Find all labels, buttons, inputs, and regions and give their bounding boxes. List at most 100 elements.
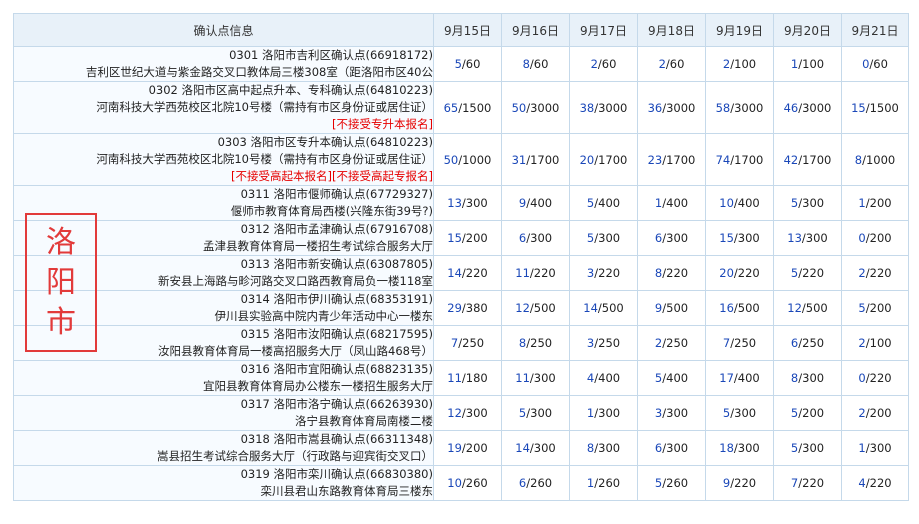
quota-cell: 5/300 — [773, 185, 842, 221]
quota-total: 100 — [734, 57, 757, 71]
quota-total: 3000 — [734, 100, 764, 115]
quota-cell: 3/250 — [569, 325, 638, 361]
confirmation-point-info: 0303 洛阳市区专升本确认点(64810223) 河南科技大学西苑校区北院10号… — [13, 133, 434, 186]
quota-cell: 12/500 — [501, 290, 570, 326]
restriction-note: [不接受专升本报名] — [332, 117, 433, 131]
quota-total: 220 — [465, 266, 488, 280]
quota-cell: 6/300 — [501, 220, 570, 256]
confirmed-count: 11 — [515, 266, 530, 280]
quota-total: 300 — [598, 406, 621, 420]
stamp-char: 阳 — [46, 264, 76, 300]
quota-total: 3000 — [598, 100, 628, 115]
confirmed-count: 10 — [719, 196, 734, 210]
quota-total: 250 — [530, 336, 553, 350]
quota-cell: 65/1500 — [433, 81, 502, 134]
quota-total: 300 — [666, 231, 689, 245]
confirmed-count: 58 — [715, 100, 731, 115]
quota-cell: 8/300 — [773, 360, 842, 396]
quota-cell: 8/1000 — [841, 133, 909, 186]
quota-total: 200 — [465, 441, 488, 455]
confirmed-count: 23 — [647, 152, 663, 167]
quota-total: 1000 — [865, 152, 896, 167]
quota-total: 60 — [669, 57, 685, 71]
confirmed-count: 0 — [858, 371, 866, 385]
confirmed-count: 15 — [447, 231, 462, 245]
quota-cell: 11/180 — [433, 360, 502, 396]
quota-total: 60 — [533, 57, 549, 71]
confirmed-count: 2 — [858, 336, 866, 350]
quota-cell: 10/260 — [433, 465, 502, 501]
quota-total: 220 — [734, 476, 757, 490]
quota-total: 300 — [666, 406, 689, 420]
quota-cell: 1/300 — [569, 395, 638, 431]
quota-total: 200 — [802, 406, 825, 420]
confirmed-count: 38 — [579, 100, 595, 115]
quota-cell: 15/200 — [433, 220, 502, 256]
quota-cell: 5/300 — [705, 395, 774, 431]
quota-cell: 2/250 — [637, 325, 706, 361]
quota-cell: 8/300 — [569, 430, 638, 466]
quota-cell: 15/300 — [705, 220, 774, 256]
confirmed-count: 74 — [715, 152, 731, 167]
quota-total: 500 — [805, 301, 828, 315]
quota-total: 250 — [666, 336, 689, 350]
quota-cell: 7/250 — [433, 325, 502, 361]
quota-cell: 46/3000 — [773, 81, 842, 134]
table-row: 0317 洛阳市洛宁确认点(66263930) 洛宁县教育体育局南楼二楼 12/30… — [13, 395, 909, 431]
quota-total: 300 — [465, 406, 488, 420]
quota-cell: 4/220 — [841, 465, 909, 501]
quota-cell: 12/300 — [433, 395, 502, 431]
table-row: 0312 洛阳市孟津确认点(67916708) 孟津县教育体育局一楼招生考试综合服… — [13, 220, 909, 256]
quota-total: 60 — [873, 57, 888, 71]
confirmed-count: 31 — [511, 152, 527, 167]
quota-total: 300 — [530, 406, 553, 420]
quota-total: 300 — [802, 196, 825, 210]
confirmed-count: 13 — [787, 231, 802, 245]
confirmed-count: 5 — [858, 301, 866, 315]
confirmed-count: 15 — [719, 231, 734, 245]
quota-total: 220 — [737, 266, 760, 280]
confirmation-point-info: 0302 洛阳市区高中起点升本、专科确认点(64810223) 河南科技大学西苑校… — [13, 81, 434, 134]
confirmed-count: 46 — [783, 100, 799, 115]
table-row: 0316 洛阳市宜阳确认点(68823135) 宜阳县教育体育局办公楼东一楼招生服… — [13, 360, 909, 396]
quota-cell: 2/60 — [637, 46, 706, 82]
quota-total: 300 — [805, 231, 828, 245]
quota-total: 260 — [666, 476, 689, 490]
quota-cell: 38/3000 — [569, 81, 638, 134]
confirmed-count: 16 — [719, 301, 734, 315]
confirmation-table-container: 确认点信息 9月15日 9月16日 9月17日 9月18日 9月19日 9月20… — [13, 13, 909, 501]
quota-cell: 2/100 — [705, 46, 774, 82]
quota-cell: 50/1000 — [433, 133, 502, 186]
quota-cell: 12/500 — [773, 290, 842, 326]
confirmation-point-info: 0317 洛阳市洛宁确认点(66263930) 洛宁县教育体育局南楼二楼 — [13, 395, 434, 431]
confirmed-count: 2 — [658, 57, 666, 71]
quota-cell: 19/200 — [433, 430, 502, 466]
quota-cell: 6/300 — [637, 430, 706, 466]
quota-cell: 0/220 — [841, 360, 909, 396]
quota-total: 500 — [601, 301, 624, 315]
quota-cell: 0/60 — [841, 46, 909, 82]
header-date: 9月17日 — [569, 13, 638, 47]
header-date: 9月20日 — [773, 13, 842, 47]
quota-total: 200 — [869, 301, 892, 315]
table-row: 0313 洛阳市新安确认点(63087805) 新安县上海路与畛河路交叉口路西教育… — [13, 255, 909, 291]
quota-total: 400 — [666, 371, 689, 385]
quota-cell: 14/220 — [433, 255, 502, 291]
quota-total: 250 — [734, 336, 757, 350]
quota-cell: 42/1700 — [773, 133, 842, 186]
quota-total: 500 — [737, 301, 760, 315]
header-date: 9月21日 — [841, 13, 909, 47]
confirmed-count: 12 — [787, 301, 802, 315]
quota-total: 200 — [465, 231, 488, 245]
quota-cell: 8/250 — [501, 325, 570, 361]
stamp-char: 市 — [46, 304, 76, 340]
quota-cell: 8/60 — [501, 46, 570, 82]
point-address: 河南科技大学西苑校区北院10号楼（需持有市区身份证或居住证） — [96, 100, 433, 114]
point-name: 0301 洛阳市吉利区确认点(66918172) — [229, 48, 433, 62]
confirmed-count: 2 — [858, 266, 866, 280]
point-name: 0302 洛阳市区高中起点升本、专科确认点(64810223) — [148, 83, 433, 97]
confirmed-count: 2 — [858, 406, 866, 420]
quota-cell: 5/400 — [637, 360, 706, 396]
quota-total: 260 — [530, 476, 553, 490]
confirmed-count: 2 — [590, 57, 598, 71]
